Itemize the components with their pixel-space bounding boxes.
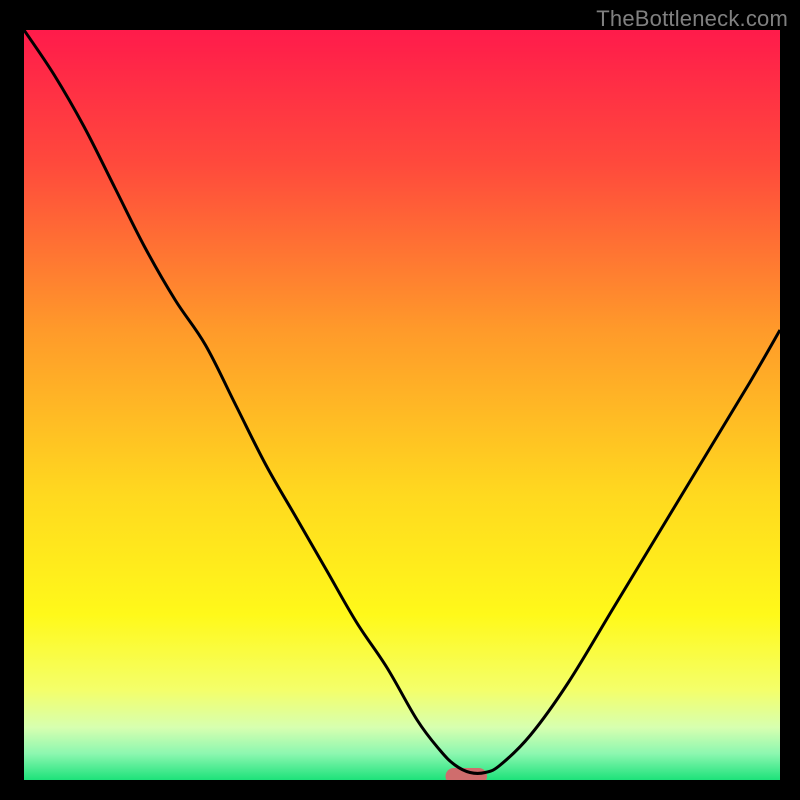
plot-area xyxy=(24,30,780,780)
watermark-text: TheBottleneck.com xyxy=(596,6,788,32)
bottleneck-chart xyxy=(24,30,780,780)
chart-frame: TheBottleneck.com xyxy=(0,0,800,800)
gradient-background xyxy=(24,30,780,780)
